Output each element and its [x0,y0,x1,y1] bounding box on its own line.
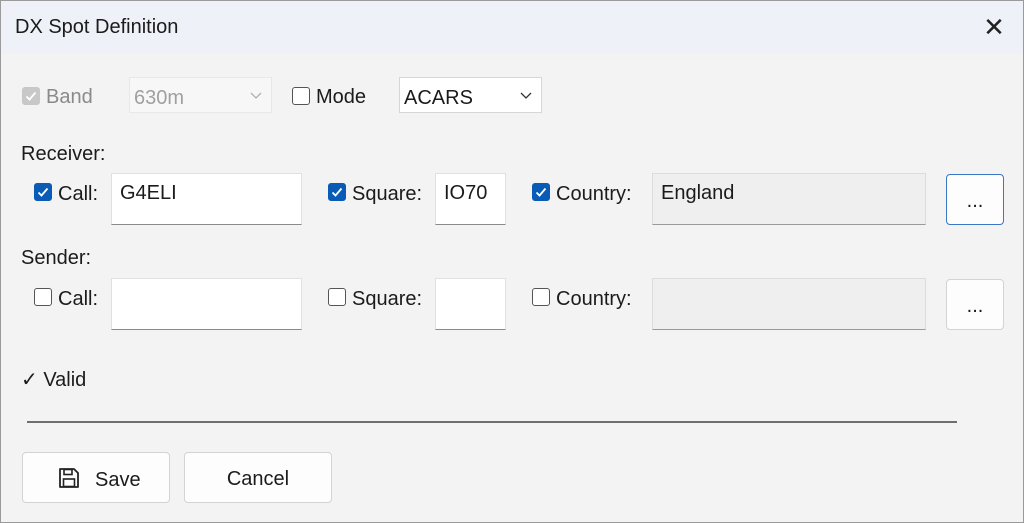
sender-country-browse-button[interactable]: ... [946,279,1004,330]
receiver-call-checkbox[interactable] [34,183,52,201]
cancel-button[interactable]: Cancel [184,452,332,503]
sender-square-checkbox[interactable] [328,288,346,306]
sender-square-input[interactable] [435,278,506,330]
band-value: 630m [134,87,185,109]
receiver-country-label: Country: [556,183,632,205]
chevron-down-icon [250,92,262,99]
sender-heading: Sender: [21,247,92,269]
mode-value: ACARS [404,87,473,109]
receiver-square-label: Square: [352,183,423,205]
close-button[interactable]: ✕ [967,9,1021,47]
mode-select[interactable]: ACARS [399,77,542,113]
close-icon: ✕ [983,12,1005,42]
sender-call-label: Call: [58,288,99,310]
receiver-square-input[interactable]: IO70 [435,173,506,225]
receiver-country-input[interactable]: England [652,173,926,225]
sender-call-checkbox[interactable] [34,288,52,306]
receiver-country-checkbox[interactable] [532,183,550,201]
receiver-heading: Receiver: [21,143,106,165]
separator [27,421,957,423]
validation-status: ✓ Valid [21,369,87,391]
band-label: Band [46,86,93,108]
save-button[interactable]: Save [22,452,170,503]
title-bar: DX Spot Definition ✕ [1,1,1023,53]
sender-square-label: Square: [352,288,423,310]
window-title: DX Spot Definition [15,16,179,38]
dialog-window: DX Spot Definition ✕ Band 630m Mode ACAR… [0,0,1024,523]
receiver-square-checkbox[interactable] [328,183,346,201]
save-button-label: Save [95,469,141,491]
mode-label: Mode [316,86,367,108]
chevron-down-icon [520,92,532,99]
band-select[interactable]: 630m [129,77,272,113]
receiver-call-input[interactable]: G4ELI [111,173,302,225]
sender-call-input[interactable] [111,278,302,330]
floppy-disk-icon [59,468,79,488]
band-checkbox[interactable] [22,87,40,105]
receiver-call-label: Call: [58,183,99,205]
sender-country-label: Country: [556,288,632,310]
sender-country-checkbox[interactable] [532,288,550,306]
mode-checkbox[interactable] [292,87,310,105]
receiver-country-browse-button[interactable]: ... [946,174,1004,225]
sender-country-input[interactable] [652,278,926,330]
